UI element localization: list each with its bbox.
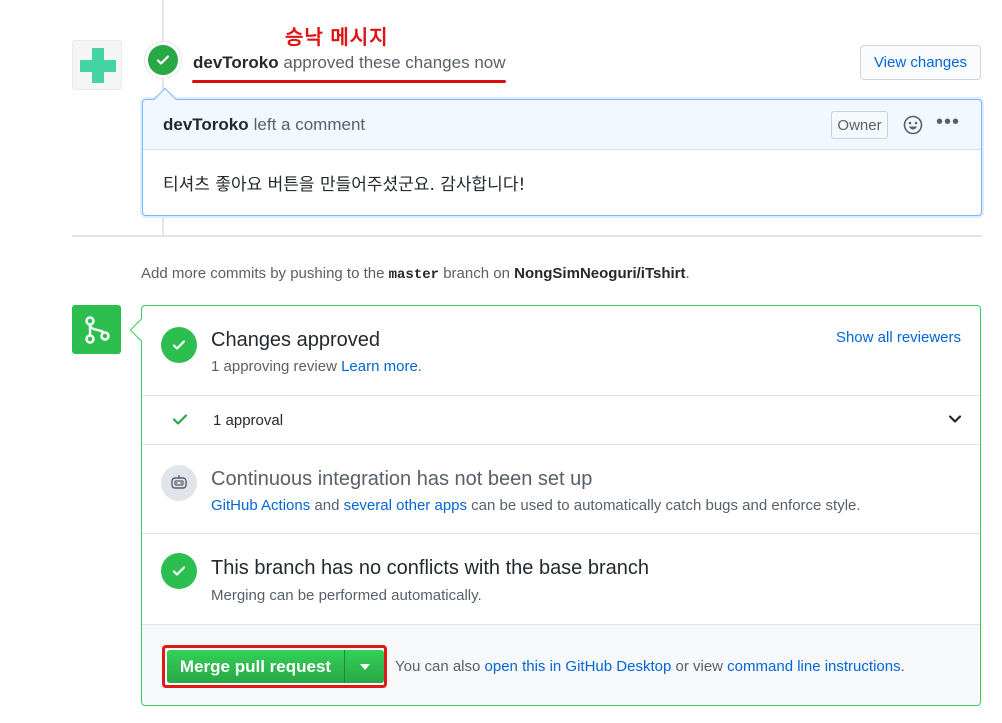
annotation-underline	[192, 80, 506, 83]
repo-name[interactable]: NongSimNeoguri/iTshirt	[514, 265, 685, 282]
approval-title: Changes approved	[211, 329, 381, 351]
show-all-reviewers-link[interactable]: Show all reviewers	[836, 329, 961, 346]
push-hint: Add more commits by pushing to the maste…	[141, 265, 690, 283]
open-in-desktop-link[interactable]: open this in GitHub Desktop	[485, 658, 672, 675]
conflict-status: This branch has no conflicts with the ba…	[142, 534, 980, 624]
comment-action: left a comment	[253, 114, 366, 134]
approvals-label: 1 approval	[213, 412, 284, 429]
git-merge-icon	[72, 305, 121, 354]
merge-footer: Merge pull request You can also open thi…	[142, 624, 980, 705]
annotation-label: 승낙 메시지	[285, 27, 389, 49]
comment-author[interactable]: devToroko	[163, 115, 249, 135]
merge-pull-request-button[interactable]: Merge pull request	[167, 650, 345, 683]
ci-subtitle: GitHub Actions and several other apps ca…	[211, 497, 861, 514]
ci-status: Continuous integration has not been set …	[142, 445, 980, 534]
approvals-row[interactable]: 1 approval	[142, 396, 980, 445]
comment-body: 티셔츠 좋아요 버튼을 만들어주셨군요. 감사합니다!	[163, 175, 526, 195]
conflicts-title: This branch has no conflicts with the ba…	[211, 557, 650, 579]
view-changes-button[interactable]: View changes	[860, 45, 981, 80]
merge-button-group: Merge pull request	[162, 645, 387, 688]
conflicts-subtitle: Merging can be performed automatically.	[211, 587, 482, 604]
branch-name: master	[388, 267, 440, 283]
merge-options-caret-icon[interactable]	[345, 650, 384, 683]
add-reaction-icon[interactable]	[903, 115, 923, 135]
no-conflicts-check-icon	[161, 553, 197, 589]
command-line-instructions-link[interactable]: command line instructions	[727, 658, 900, 675]
learn-more-link[interactable]: Learn more.	[341, 358, 422, 375]
timeline-divider	[72, 235, 982, 237]
approved-check-icon	[161, 327, 197, 363]
review-comment: devToroko left a comment Owner ••• 티셔츠 좋…	[142, 87, 982, 216]
approved-check-icon	[145, 42, 181, 78]
chevron-down-icon[interactable]	[948, 412, 962, 431]
robot-icon	[161, 465, 197, 501]
approval-status: Changes approved 1 approving review Lear…	[142, 306, 980, 396]
review-author[interactable]: devToroko	[193, 53, 279, 72]
review-event: devToroko approved these changes now	[193, 53, 506, 73]
github-actions-link[interactable]: GitHub Actions	[211, 497, 310, 514]
owner-badge: Owner	[831, 111, 888, 139]
comment-header: devToroko left a comment Owner •••	[143, 100, 981, 150]
more-options-icon[interactable]: •••	[936, 112, 960, 132]
ci-title: Continuous integration has not been set …	[211, 468, 593, 490]
review-time[interactable]: now	[474, 53, 505, 72]
approval-subtitle: 1 approving review Learn more.	[211, 358, 422, 375]
check-icon	[172, 411, 188, 432]
merge-alternatives: You can also open this in GitHub Desktop…	[395, 658, 905, 675]
avatar[interactable]	[72, 40, 122, 90]
merge-box: Changes approved 1 approving review Lear…	[129, 305, 981, 706]
review-action: approved these changes	[283, 53, 470, 72]
other-apps-link[interactable]: several other apps	[344, 497, 467, 514]
